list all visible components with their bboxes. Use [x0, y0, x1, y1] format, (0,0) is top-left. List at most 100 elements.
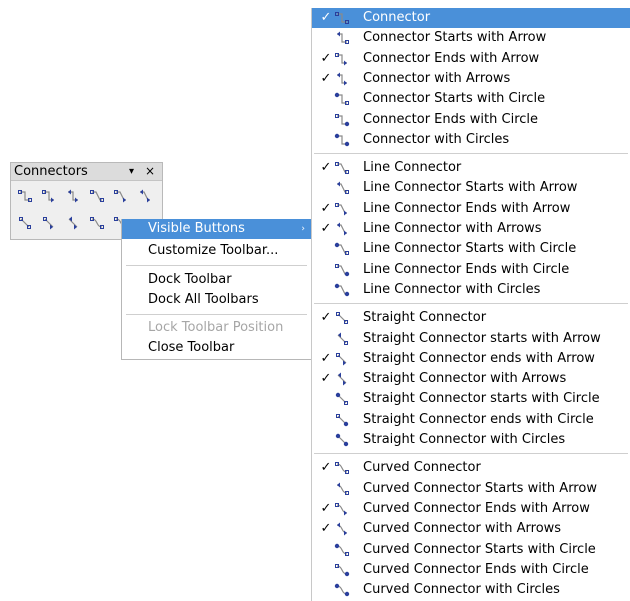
submenu-item-line-connector-starts-circle[interactable]: Line Connector Starts with Circle — [312, 239, 630, 259]
curved-connector-circles-icon — [334, 582, 350, 598]
submenu-item-label: Curved Connector Starts with Circle — [363, 541, 596, 557]
toolbar-close-icon[interactable]: × — [145, 163, 155, 180]
submenu-item-connector-circles[interactable]: Connector with Circles — [312, 130, 630, 150]
submenu-item-straight-connector[interactable]: ✓ Straight Connector — [312, 308, 630, 328]
submenu-separator — [314, 153, 628, 155]
curved-connector-arrows-icon — [334, 521, 350, 537]
submenu-item-line-connector-ends-arrow[interactable]: ✓ Line Connector Ends with Arrow — [312, 199, 630, 219]
submenu-item-line-connector[interactable]: ✓ Line Connector — [312, 158, 630, 178]
line-connector-arrows-icon[interactable] — [134, 186, 155, 206]
submenu-item-label: Curved Connector with Arrows — [363, 521, 562, 537]
check-icon: ✓ — [320, 10, 332, 25]
menu-item-visible-buttons[interactable]: Visible Buttons › — [122, 219, 311, 239]
submenu-item-straight-connector-circles[interactable]: Straight Connector with Circles — [312, 430, 630, 450]
straight-connector-arrows-icon — [334, 371, 350, 387]
submenu-item-label: Connector Ends with Circle — [363, 111, 539, 127]
straight-connector-starts-arrow-icon — [334, 331, 350, 347]
check-icon: ✓ — [320, 350, 332, 366]
submenu-item-label: Straight Connector — [363, 310, 487, 326]
straight-connector-circles-icon — [334, 432, 350, 448]
line-connector-icon[interactable] — [86, 186, 107, 206]
menu-item-close-toolbar[interactable]: Close Toolbar — [122, 338, 311, 358]
check-icon: ✓ — [320, 500, 332, 516]
toolbar-context-menu: Visible Buttons › Customize Toolbar... D… — [121, 219, 312, 360]
straight-connector-arrows-icon[interactable] — [62, 213, 83, 233]
submenu-item-label: Connector Starts with Circle — [363, 91, 546, 107]
connector-ends-arrow-icon — [334, 51, 350, 67]
toolbar-title-bar[interactable]: Connectors ▾ × — [11, 163, 162, 181]
submenu-item-straight-connector-starts-circle[interactable]: Straight Connector starts with Circle — [312, 389, 630, 409]
submenu-item-curved-connector-ends-circle[interactable]: Curved Connector Ends with Circle — [312, 560, 630, 580]
submenu-item-connector-starts-circle[interactable]: Connector Starts with Circle — [312, 89, 630, 109]
submenu-item-label: Connector — [363, 10, 431, 25]
submenu-item-label: Connector with Arrows — [363, 70, 511, 86]
visible-buttons-submenu: ✓ Connector Connector Starts with Arrow ✓ Co… — [311, 8, 630, 601]
check-icon: ✓ — [320, 50, 332, 66]
menu-item-label: Lock Toolbar Position — [148, 320, 284, 335]
submenu-item-connector-ends-circle[interactable]: Connector Ends with Circle — [312, 110, 630, 130]
submenu-item-connector-starts-arrow[interactable]: Connector Starts with Arrow — [312, 28, 630, 48]
check-icon: ✓ — [320, 371, 332, 387]
submenu-item-curved-connector-ends-arrow[interactable]: ✓ Curved Connector Ends with Arrow — [312, 499, 630, 519]
submenu-item-label: Curved Connector Starts with Arrow — [363, 480, 597, 496]
line-connector-ends-circle-icon — [334, 262, 350, 278]
menu-item-lock-toolbar-position: Lock Toolbar Position — [122, 318, 311, 338]
submenu-item-straight-connector-arrows[interactable]: ✓ Straight Connector with Arrows — [312, 369, 630, 389]
submenu-item-label: Line Connector Ends with Circle — [363, 261, 570, 277]
check-icon: ✓ — [320, 460, 332, 476]
check-icon: ✓ — [320, 200, 332, 216]
connector-ends-arrow-icon[interactable] — [38, 186, 59, 206]
menu-item-dock-all-toolbars[interactable]: Dock All Toolbars — [122, 290, 311, 310]
submenu-item-curved-connector[interactable]: ✓ Curved Connector — [312, 458, 630, 478]
line-connector-icon — [334, 160, 350, 176]
straight-connector-icon — [334, 310, 350, 326]
connector-starts-circle-icon — [334, 91, 350, 107]
menu-item-label: Close Toolbar — [148, 340, 235, 355]
straight-connector-starts-circle-icon — [334, 391, 350, 407]
submenu-item-line-connector-circles[interactable]: Line Connector with Circles — [312, 280, 630, 300]
submenu-item-label: Straight Connector with Circles — [363, 432, 566, 447]
submenu-item-curved-connector-starts-arrow[interactable]: Curved Connector Starts with Arrow — [312, 479, 630, 499]
submenu-item-curved-connector-starts-circle[interactable]: Curved Connector Starts with Circle — [312, 540, 630, 560]
menu-separator — [126, 265, 307, 266]
submenu-item-label: Straight Connector ends with Arrow — [363, 350, 595, 366]
submenu-item-straight-connector-ends-arrow[interactable]: ✓ Straight Connector ends with Arrow — [312, 349, 630, 369]
check-icon: ✓ — [320, 70, 332, 86]
curved-connector-starts-arrow-icon — [334, 481, 350, 497]
straight-connector-icon[interactable] — [14, 213, 35, 233]
submenu-item-straight-connector-ends-circle[interactable]: Straight Connector ends with Circle — [312, 410, 630, 430]
toolbar-title: Connectors — [14, 164, 88, 179]
menu-item-dock-toolbar[interactable]: Dock Toolbar — [122, 270, 311, 290]
toolbar-menu-dropdown-icon[interactable]: ▾ — [129, 163, 134, 180]
submenu-item-curved-connector-circles[interactable]: Curved Connector with Circles — [312, 580, 630, 600]
submenu-item-label: Line Connector — [363, 160, 462, 176]
submenu-item-label: Line Connector with Arrows — [363, 221, 542, 236]
submenu-separator — [314, 453, 628, 455]
submenu-item-curved-connector-arrows[interactable]: ✓ Curved Connector with Arrows — [312, 519, 630, 539]
submenu-item-label: Line Connector with Circles — [363, 281, 541, 297]
curved-connector-ends-circle-icon — [334, 562, 350, 578]
submenu-item-connector[interactable]: ✓ Connector — [312, 8, 630, 28]
menu-item-customize-toolbar[interactable]: Customize Toolbar... — [122, 241, 311, 261]
submenu-item-connector-arrows[interactable]: ✓ Connector with Arrows — [312, 69, 630, 89]
submenu-item-line-connector-arrows[interactable]: ✓ Line Connector with Arrows — [312, 219, 630, 239]
menu-item-label: Customize Toolbar... — [148, 243, 279, 258]
connector-icon — [334, 10, 350, 26]
line-connector-ends-arrow-icon — [334, 201, 350, 217]
curved-connector-icon[interactable] — [86, 213, 107, 233]
connector-arrows-icon[interactable] — [62, 186, 83, 206]
submenu-item-straight-connector-starts-arrow[interactable]: Straight Connector starts with Arrow — [312, 329, 630, 349]
line-connector-arrows-icon — [334, 221, 350, 237]
connector-icon[interactable] — [14, 186, 35, 206]
menu-item-label: Visible Buttons — [148, 221, 245, 236]
submenu-item-label: Line Connector Starts with Arrow — [363, 180, 578, 196]
straight-connector-ends-arrow-icon[interactable] — [38, 213, 59, 233]
submenu-item-label: Curved Connector Ends with Circle — [363, 561, 589, 577]
curved-connector-starts-circle-icon — [334, 542, 350, 558]
submenu-item-line-connector-ends-circle[interactable]: Line Connector Ends with Circle — [312, 260, 630, 280]
line-connector-ends-arrow-icon[interactable] — [110, 186, 131, 206]
submenu-item-label: Curved Connector Ends with Arrow — [363, 500, 590, 516]
submenu-separator — [314, 303, 628, 305]
submenu-item-connector-ends-arrow[interactable]: ✓ Connector Ends with Arrow — [312, 49, 630, 69]
submenu-item-line-connector-starts-arrow[interactable]: Line Connector Starts with Arrow — [312, 178, 630, 198]
